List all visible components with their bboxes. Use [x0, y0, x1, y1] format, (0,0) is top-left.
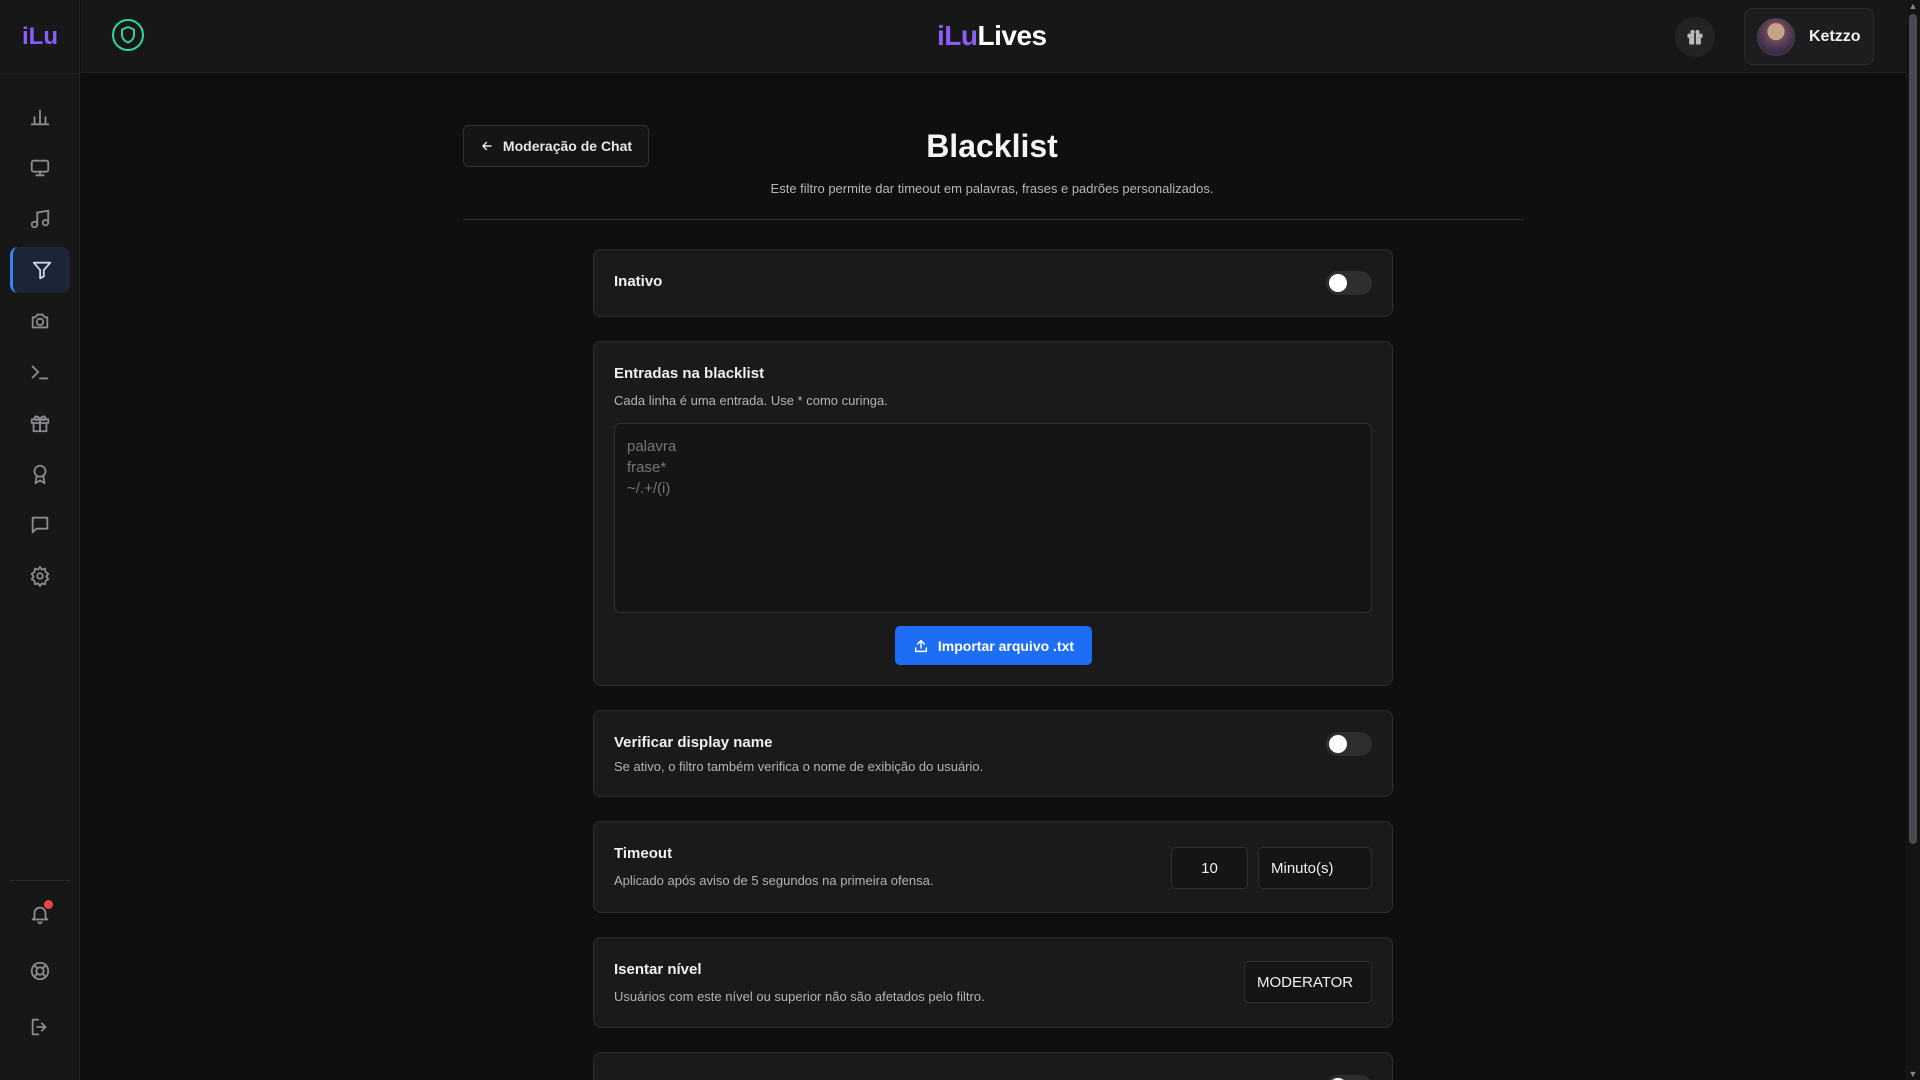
sidebar-item-commands[interactable] [10, 349, 70, 395]
sidebar-item-logout[interactable] [10, 1004, 70, 1050]
sidebar-item-settings[interactable] [10, 553, 70, 599]
sidebar-item-support[interactable] [10, 948, 70, 994]
music-icon [30, 209, 50, 229]
user-name: Ketzzo [1809, 27, 1861, 45]
topbar: iLuLives Ketzzo [81, 0, 1906, 73]
brand-logo[interactable]: iLu [0, 0, 80, 74]
message-icon [31, 516, 49, 534]
page-title: Blacklist [926, 128, 1058, 164]
scroll-down-icon[interactable]: ▼ [1906, 1068, 1920, 1080]
sidebar-item-badges[interactable] [10, 451, 70, 497]
display-name-description: Se ativo, o filtro também verifica o nom… [614, 759, 984, 774]
settings-icon [30, 565, 50, 587]
sidebar-divider [10, 880, 70, 881]
timeout-title: Timeout [614, 845, 673, 862]
sidebar-item-chat[interactable] [10, 502, 70, 548]
avatar [1757, 17, 1795, 56]
entries-description: Cada linha é uma entrada. Use * como cur… [614, 393, 888, 408]
upload-icon [914, 639, 927, 652]
lifebuoy-icon [30, 961, 50, 981]
sidebar-item-music[interactable] [10, 196, 70, 242]
entries-title: Entradas na blacklist [614, 365, 765, 382]
next-card [593, 1052, 1393, 1080]
import-txt-button[interactable]: Importar arquivo .txt [895, 626, 1092, 665]
sidebar-item-rewards[interactable] [10, 400, 70, 446]
brand-title: iLuLives [937, 20, 1047, 52]
display-name-toggle[interactable] [1326, 732, 1372, 756]
import-button-label: Importar arquivo .txt [937, 637, 1075, 654]
status-card: Inativo [593, 249, 1393, 317]
timeout-unit-select[interactable]: Minuto(s) [1258, 847, 1372, 889]
brand-part-ilu: iLu [937, 20, 978, 51]
display-name-title: Verificar display name [614, 734, 773, 751]
brand-part-lives: Lives [977, 20, 1048, 51]
timeout-value-input[interactable]: 10 [1171, 847, 1248, 889]
filter-icon [32, 261, 51, 280]
user-menu[interactable]: Ketzzo [1744, 8, 1874, 65]
status-label: Inativo [614, 273, 663, 290]
entries-card: Entradas na blacklist Cada linha é uma e… [593, 341, 1393, 686]
sidebar-item-notifications[interactable] [10, 891, 70, 937]
shield-icon[interactable] [111, 18, 145, 52]
sidebar-item-filter[interactable] [10, 247, 70, 293]
timeout-description: Aplicado após aviso de 5 segundos na pri… [614, 873, 934, 888]
gift-icon [1687, 29, 1703, 45]
display-name-card: Verificar display name Se ativo, o filtr… [593, 710, 1393, 797]
exempt-level-select[interactable]: MODERATOR [1244, 961, 1372, 1003]
notification-dot [44, 900, 53, 909]
next-card-toggle[interactable] [1326, 1075, 1372, 1080]
gift-icon [30, 415, 50, 433]
header-divider [463, 219, 1524, 220]
camera-icon [31, 313, 49, 329]
sidebar-item-camera[interactable] [10, 298, 70, 344]
exempt-level-title: Isentar nível [614, 961, 702, 978]
exempt-level-card: Isentar nível Usuários com este nível ou… [593, 937, 1393, 1028]
bar-chart-icon [30, 109, 50, 126]
award-icon [33, 464, 47, 485]
page-subtitle: Este filtro permite dar timeout em palav… [770, 181, 1214, 196]
timeout-card: Timeout Aplicado após aviso de 5 segundo… [593, 821, 1393, 913]
logout-icon [31, 1018, 47, 1036]
status-toggle[interactable] [1326, 271, 1372, 295]
scroll-up-icon[interactable]: ▲ [1906, 0, 1920, 12]
terminal-icon [31, 365, 49, 380]
gift-button[interactable] [1675, 17, 1715, 57]
blacklist-textarea[interactable] [614, 423, 1372, 613]
exempt-level-description: Usuários com este nível ou superior não … [614, 989, 985, 1004]
